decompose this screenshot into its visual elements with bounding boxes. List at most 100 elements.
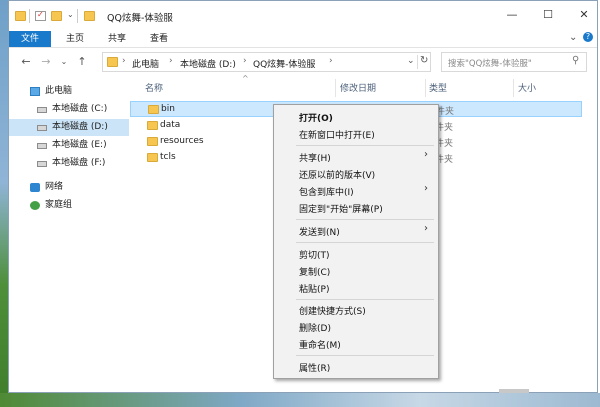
breadcrumb-separator-icon[interactable]: › bbox=[169, 56, 173, 66]
menu-item-create-shortcut[interactable]: 创建快捷方式(S) bbox=[299, 304, 366, 317]
menu-item-include-in-library[interactable]: 包含到库中(I) bbox=[299, 185, 354, 198]
divider bbox=[29, 9, 30, 23]
breadcrumb-this-pc[interactable]: 此电脑 bbox=[132, 57, 159, 70]
drive-icon bbox=[37, 143, 47, 149]
nav-drive-e[interactable]: 本地磁盘 (E:) bbox=[9, 137, 129, 154]
search-placeholder: 搜索"QQ炫舞-体验服" bbox=[448, 59, 532, 69]
file-name: data bbox=[160, 120, 181, 130]
tab-file[interactable]: 文件 bbox=[9, 31, 51, 47]
menu-separator bbox=[296, 219, 434, 220]
address-row: ← → ⌄ ↑ › 此电脑 › 本地磁盘 (D:) › QQ炫舞-体验服 › ⌄… bbox=[9, 48, 597, 76]
submenu-arrow-icon: › bbox=[424, 149, 428, 160]
nav-network[interactable]: 网络 bbox=[9, 179, 129, 196]
nav-label: 本地磁盘 (D:) bbox=[52, 122, 108, 132]
recent-locations-button[interactable]: ⌄ bbox=[57, 55, 71, 69]
properties-icon[interactable] bbox=[35, 10, 46, 21]
menu-item-properties[interactable]: 属性(R) bbox=[299, 361, 330, 374]
folder-icon bbox=[148, 105, 159, 114]
menu-item-open[interactable]: 打开(O) bbox=[299, 111, 333, 124]
menu-separator bbox=[296, 145, 434, 146]
menu-item-copy[interactable]: 复制(C) bbox=[299, 265, 330, 278]
menu-separator bbox=[296, 355, 434, 356]
address-bar[interactable]: › 此电脑 › 本地磁盘 (D:) › QQ炫舞-体验服 › ⌄ ↻ bbox=[102, 52, 431, 72]
submenu-arrow-icon: › bbox=[424, 223, 428, 234]
nav-label: 网络 bbox=[45, 182, 64, 192]
nav-label: 此电脑 bbox=[45, 86, 73, 96]
nav-drive-f[interactable]: 本地磁盘 (F:) bbox=[9, 155, 129, 172]
breadcrumb-separator-icon[interactable]: › bbox=[329, 56, 333, 66]
forward-button[interactable]: → bbox=[39, 55, 53, 69]
file-name: bin bbox=[161, 104, 175, 114]
nav-drive-d[interactable]: 本地磁盘 (D:) bbox=[9, 119, 129, 136]
tab-share[interactable]: 共享 bbox=[97, 31, 137, 47]
navigation-pane: 此电脑 本地磁盘 (C:) 本地磁盘 (D:) 本地磁盘 (E:) 本地磁盘 (… bbox=[9, 77, 129, 393]
location-folder-icon bbox=[107, 57, 118, 67]
column-header-date-modified[interactable]: 修改日期 bbox=[340, 81, 376, 94]
desktop-background-bottom bbox=[0, 393, 600, 407]
menu-item-pin-to-start[interactable]: 固定到"开始"屏幕(P) bbox=[299, 202, 383, 215]
expand-ribbon-icon[interactable]: ⌄ bbox=[569, 32, 577, 43]
computer-icon bbox=[30, 87, 40, 96]
context-menu: 打开(O) 在新窗口中打开(E) 共享(H) › 还原以前的版本(V) 包含到库… bbox=[273, 104, 439, 379]
menu-separator bbox=[296, 242, 434, 243]
folder-icon bbox=[147, 137, 158, 146]
sort-ascending-icon: ^ bbox=[242, 74, 249, 83]
nav-label: 本地磁盘 (E:) bbox=[52, 140, 107, 150]
search-icon[interactable]: ⚲ bbox=[572, 55, 579, 66]
divider bbox=[417, 55, 418, 69]
menu-item-send-to[interactable]: 发送到(N) bbox=[299, 225, 340, 238]
close-button[interactable]: ✕ bbox=[575, 7, 593, 23]
up-button[interactable]: ↑ bbox=[75, 55, 89, 69]
network-icon bbox=[30, 183, 40, 192]
file-name: resources bbox=[160, 136, 204, 146]
folder-icon bbox=[147, 153, 158, 162]
minimize-button[interactable]: — bbox=[503, 7, 521, 23]
maximize-button[interactable]: ☐ bbox=[539, 7, 557, 23]
column-divider[interactable] bbox=[335, 79, 336, 97]
help-icon[interactable]: ? bbox=[583, 32, 593, 42]
back-button[interactable]: ← bbox=[19, 55, 33, 69]
nav-this-pc[interactable]: 此电脑 bbox=[9, 83, 129, 100]
search-input[interactable]: 搜索"QQ炫舞-体验服" ⚲ bbox=[441, 52, 587, 72]
nav-label: 本地磁盘 (F:) bbox=[52, 158, 106, 168]
menu-item-cut[interactable]: 剪切(T) bbox=[299, 248, 330, 261]
tab-home[interactable]: 主页 bbox=[55, 31, 95, 47]
menu-item-delete[interactable]: 删除(D) bbox=[299, 321, 331, 334]
refresh-icon[interactable]: ↻ bbox=[420, 55, 428, 66]
menu-item-rename[interactable]: 重命名(M) bbox=[299, 338, 341, 351]
column-divider[interactable] bbox=[513, 79, 514, 97]
homegroup-icon bbox=[30, 201, 40, 210]
address-dropdown-icon[interactable]: ⌄ bbox=[407, 56, 415, 66]
menu-item-share[interactable]: 共享(H) bbox=[299, 151, 331, 164]
quick-access-dropdown-icon[interactable]: ⌄ bbox=[67, 10, 74, 19]
submenu-arrow-icon: › bbox=[424, 183, 428, 194]
file-name: tcls bbox=[160, 152, 176, 162]
nav-label: 家庭组 bbox=[45, 200, 73, 210]
folder-icon bbox=[147, 121, 158, 130]
nav-drive-c[interactable]: 本地磁盘 (C:) bbox=[9, 101, 129, 118]
breadcrumb-current-folder[interactable]: QQ炫舞-体验服 bbox=[253, 57, 315, 70]
drive-icon bbox=[37, 161, 47, 167]
menu-separator bbox=[296, 299, 434, 300]
menu-item-paste[interactable]: 粘贴(P) bbox=[299, 282, 329, 295]
menu-item-open-new-window[interactable]: 在新窗口中打开(E) bbox=[299, 128, 375, 141]
window-title: QQ炫舞-体验服 bbox=[107, 13, 173, 24]
drive-icon bbox=[37, 125, 47, 131]
nav-homegroup[interactable]: 家庭组 bbox=[9, 197, 129, 214]
folder-icon bbox=[15, 11, 26, 21]
ribbon-tabs: 文件 主页 共享 查看 ⌄ ? bbox=[9, 31, 597, 48]
column-header-size[interactable]: 大小 bbox=[518, 81, 536, 94]
drive-icon bbox=[37, 107, 47, 113]
breadcrumb-separator-icon[interactable]: › bbox=[243, 56, 247, 66]
new-folder-icon[interactable] bbox=[51, 11, 62, 21]
nav-label: 本地磁盘 (C:) bbox=[52, 104, 108, 114]
menu-item-restore-previous[interactable]: 还原以前的版本(V) bbox=[299, 168, 375, 181]
horizontal-scrollbar-thumb[interactable] bbox=[499, 389, 529, 393]
tab-view[interactable]: 查看 bbox=[139, 31, 179, 47]
column-divider[interactable] bbox=[425, 79, 426, 97]
column-header-name[interactable]: 名称 bbox=[145, 81, 163, 94]
breadcrumb-separator-icon[interactable]: › bbox=[122, 56, 126, 66]
breadcrumb-drive-d[interactable]: 本地磁盘 (D:) bbox=[180, 57, 236, 70]
title-bar: ⌄ QQ炫舞-体验服 — ☐ ✕ bbox=[9, 1, 597, 31]
column-header-type[interactable]: 类型 bbox=[429, 81, 447, 94]
